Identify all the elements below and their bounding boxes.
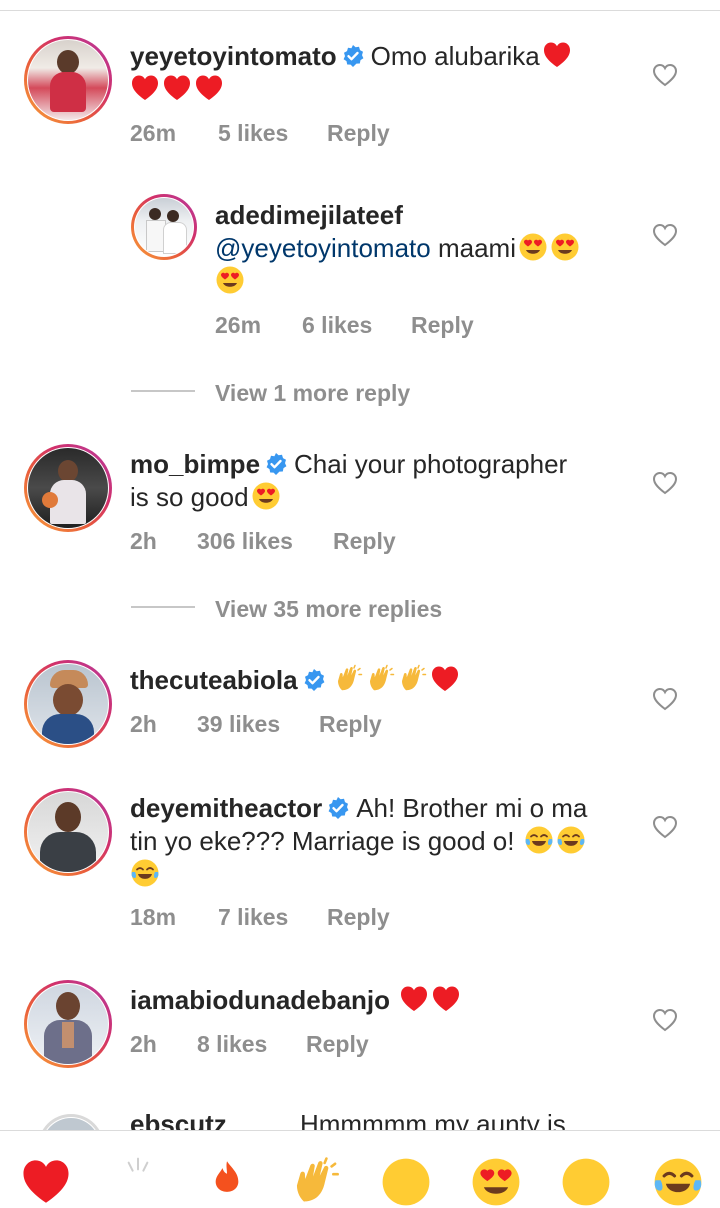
tears-of-joy-emoji[interactable] [652,1156,704,1208]
comment-text: Hmmmmm my aunty is [300,1109,566,1130]
clap-emoji[interactable] [118,1156,158,1196]
comment-item: ebscutz Hmmmmm my aunty is [0,0,720,1130]
heart-emoji[interactable] [20,1156,72,1208]
clap-emoji[interactable] [290,1156,342,1208]
shocked-face-emoji[interactable] [560,1156,612,1208]
comment-body: ebscutz Hmmmmm my aunty is [130,1108,690,1130]
fire-emoji[interactable] [210,1156,244,1196]
sad-face-emoji[interactable] [380,1156,432,1208]
avatar[interactable] [38,1114,104,1130]
emoji-reaction-bar [0,1130,720,1167]
comment-username[interactable]: ebscutz [130,1109,227,1130]
heart-eyes-emoji[interactable] [470,1156,522,1208]
